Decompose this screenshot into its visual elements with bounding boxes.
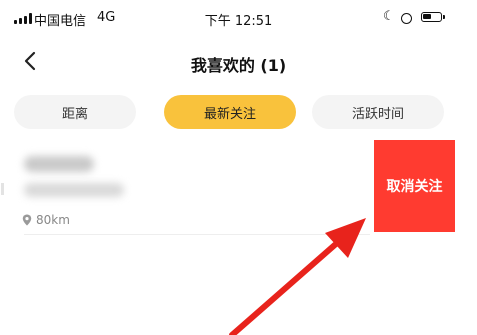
navigation-bar: 我喜欢的 (1) (0, 40, 477, 86)
moon-icon: ☾ (383, 9, 395, 24)
row-divider (24, 234, 370, 235)
battery-icon (421, 12, 442, 22)
tab-active-time[interactable]: 活跃时间 (312, 95, 444, 129)
blurred-description (24, 183, 124, 197)
page-title: 我喜欢的 (1) (190, 56, 287, 75)
location-pin-icon (22, 214, 32, 226)
blurred-username (24, 156, 94, 172)
rotation-lock-icon (401, 13, 412, 24)
distance-label: 80km (36, 213, 70, 227)
tab-distance[interactable]: 距离 (14, 95, 136, 129)
sort-tabs: 距离 最新关注 活跃时间 (0, 95, 477, 131)
battery-tip (443, 15, 445, 19)
status-bar: 中国电信 4G 下午 12:51 ☾ (0, 0, 477, 34)
unfollow-button[interactable]: 取消关注 (374, 140, 455, 232)
tab-latest-follow[interactable]: 最新关注 (164, 95, 296, 129)
row-edge-mark (1, 183, 4, 195)
location-info: 80km (22, 213, 70, 227)
